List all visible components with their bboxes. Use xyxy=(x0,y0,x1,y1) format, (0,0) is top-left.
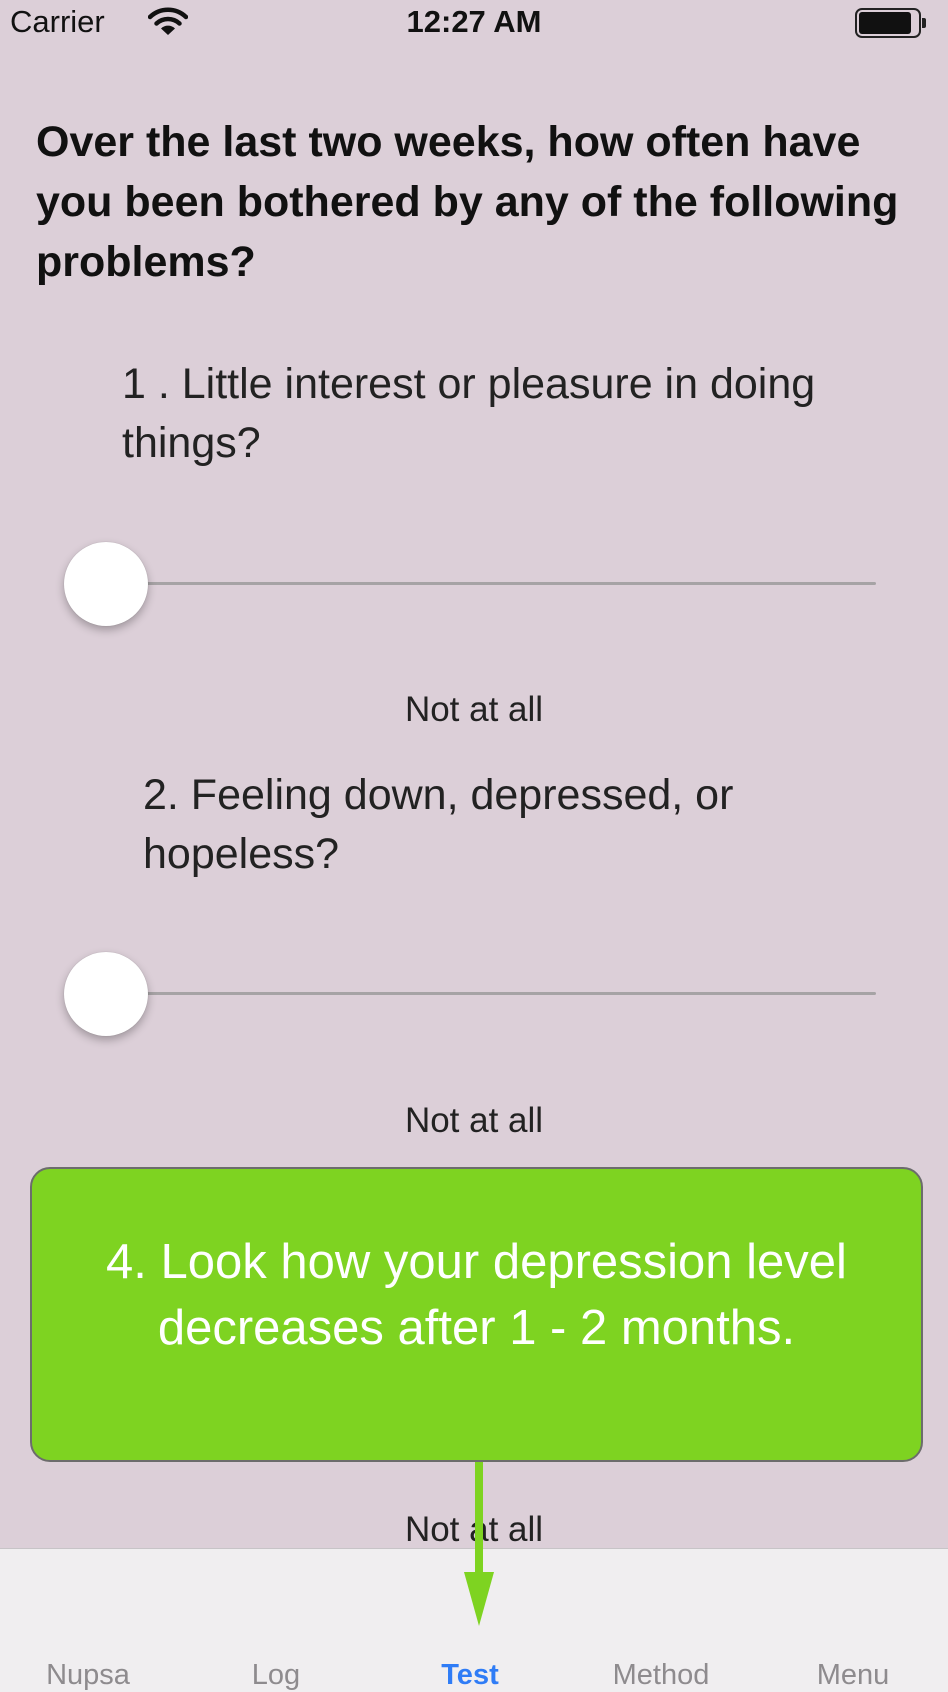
arrow-down-icon xyxy=(464,1462,494,1626)
tab-method[interactable]: Method xyxy=(566,1659,756,1692)
battery-icon xyxy=(855,8,927,38)
question-1-answer: Not at all xyxy=(404,690,544,729)
slider-thumb[interactable] xyxy=(64,952,148,1036)
question-2-answer: Not at all xyxy=(404,1101,544,1140)
question-2-slider[interactable] xyxy=(64,952,876,1036)
question-2-text: 2. Feeling down, depressed, or hopeless? xyxy=(143,771,734,878)
questionnaire-prompt: Over the last two weeks, how often have … xyxy=(36,118,899,286)
tab-menu[interactable]: Menu xyxy=(758,1659,948,1692)
tab-log[interactable]: Log xyxy=(181,1659,371,1692)
slider-track[interactable] xyxy=(104,992,876,995)
tab-nupsa[interactable]: Nupsa xyxy=(0,1659,183,1692)
status-bar: Carrier 12:27 AM xyxy=(0,0,948,46)
status-time: 12:27 AM xyxy=(406,4,542,39)
slider-thumb[interactable] xyxy=(64,542,148,626)
tutorial-callout-text: 4. Look how your depression level decrea… xyxy=(106,1234,847,1355)
slider-track[interactable] xyxy=(104,582,876,585)
tab-test[interactable]: Test xyxy=(375,1659,565,1692)
tutorial-callout[interactable]: 4. Look how your depression level decrea… xyxy=(30,1167,923,1462)
question-1-text: 1 . Little interest or pleasure in doing… xyxy=(122,360,816,467)
question-1-slider[interactable] xyxy=(64,542,876,626)
